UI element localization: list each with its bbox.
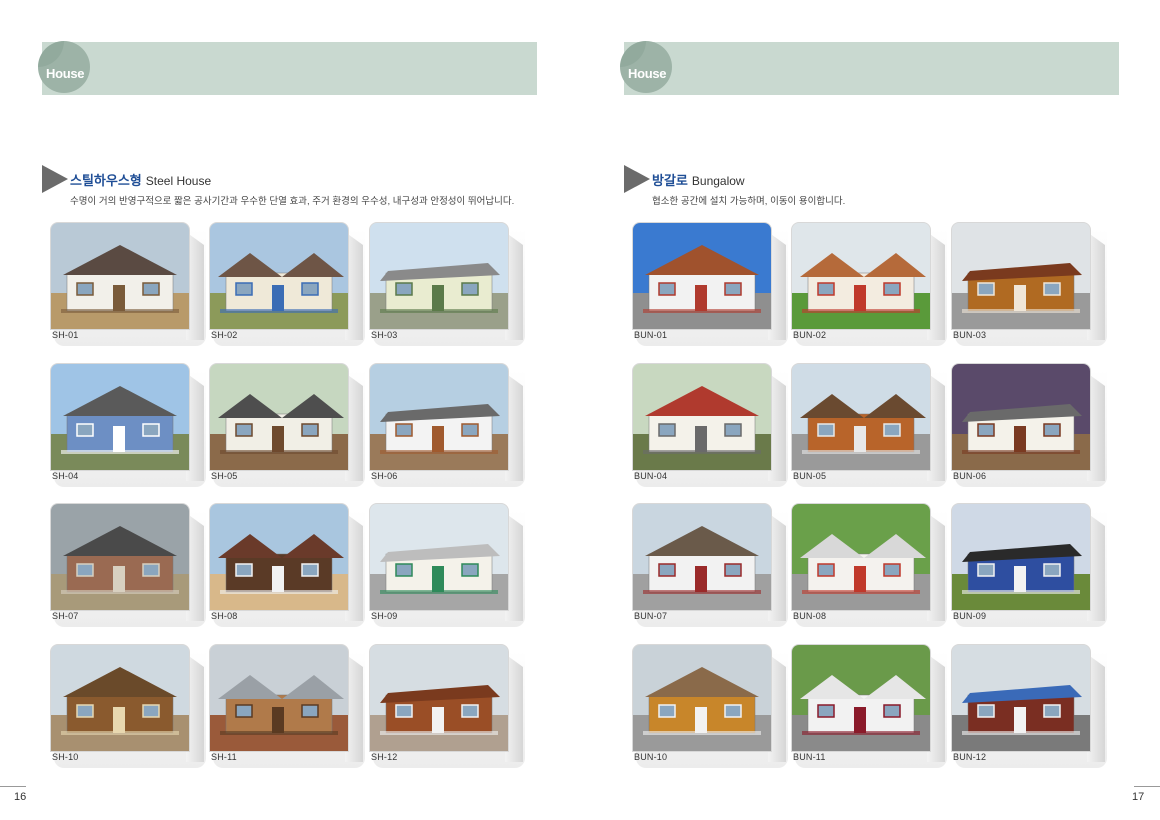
product-code: BUN-03 — [953, 330, 987, 340]
product-code: BUN-05 — [793, 471, 827, 481]
product-card: BUN-05 — [791, 363, 947, 487]
product-card: BUN-11 — [791, 644, 947, 768]
section-title-korean: 스틸하우스형 Steel House — [70, 173, 212, 188]
page-number-rule — [1134, 786, 1160, 787]
product-code: BUN-01 — [634, 330, 668, 340]
section-description: 협소한 공간에 설치 가능하며, 이동이 용이합니다. — [652, 196, 846, 207]
house-photo — [951, 222, 1091, 330]
house-photo — [209, 222, 349, 330]
product-card: BUN-10 — [632, 644, 788, 768]
house-photo — [632, 363, 772, 471]
house-photo — [791, 503, 931, 611]
house-photo — [209, 644, 349, 752]
product-card: BUN-12 — [951, 644, 1107, 768]
header-label: House — [628, 66, 667, 81]
header-bar: House — [620, 41, 1119, 95]
house-photo — [632, 222, 772, 330]
product-card: BUN-06 — [951, 363, 1107, 487]
product-card: BUN-04 — [632, 363, 788, 487]
product-card: BUN-07 — [632, 503, 788, 627]
house-photo — [369, 503, 509, 611]
house-photo — [632, 644, 772, 752]
house-photo — [791, 222, 931, 330]
house-photo — [50, 503, 190, 611]
house-photo — [951, 644, 1091, 752]
product-code: BUN-08 — [793, 611, 827, 621]
header-bar: House — [38, 41, 537, 95]
right-page: House 방갈로 Bungalow 협소한 공간에 설치 가능하며, 이동이 용… — [580, 0, 1160, 820]
product-code: SH-04 — [52, 471, 79, 481]
triangle-bullet-icon — [42, 165, 68, 193]
product-code: BUN-10 — [634, 752, 668, 762]
product-code: BUN-02 — [793, 330, 827, 340]
product-code: SH-01 — [52, 330, 79, 340]
page-number-rule — [0, 786, 26, 787]
house-photo — [632, 503, 772, 611]
product-code: SH-02 — [211, 330, 238, 340]
product-card: BUN-03 — [951, 222, 1107, 346]
product-card: BUN-02 — [791, 222, 947, 346]
house-photo — [50, 363, 190, 471]
product-card: SH-05 — [209, 363, 365, 487]
product-code: SH-07 — [52, 611, 79, 621]
product-card: SH-01 — [50, 222, 206, 346]
product-code: BUN-07 — [634, 611, 668, 621]
product-code: SH-05 — [211, 471, 238, 481]
product-card: BUN-09 — [951, 503, 1107, 627]
product-code: SH-09 — [371, 611, 398, 621]
product-code: SH-11 — [211, 752, 237, 762]
product-code: SH-06 — [371, 471, 398, 481]
product-card: SH-06 — [369, 363, 525, 487]
house-photo — [791, 644, 931, 752]
product-card: SH-02 — [209, 222, 365, 346]
page-number: 16 — [14, 791, 27, 803]
house-photo — [50, 222, 190, 330]
product-card: SH-12 — [369, 644, 525, 768]
house-photo — [209, 363, 349, 471]
product-code: BUN-11 — [793, 752, 826, 762]
product-code: SH-08 — [211, 611, 238, 621]
product-card: SH-04 — [50, 363, 206, 487]
product-code: BUN-04 — [634, 471, 668, 481]
header-label: House — [46, 66, 85, 81]
product-code: BUN-09 — [953, 611, 987, 621]
house-photo — [369, 363, 509, 471]
product-card: SH-10 — [50, 644, 206, 768]
product-card: SH-08 — [209, 503, 365, 627]
house-photo — [209, 503, 349, 611]
product-code: BUN-12 — [953, 752, 987, 762]
house-photo — [50, 644, 190, 752]
house-photo — [951, 503, 1091, 611]
product-card: SH-09 — [369, 503, 525, 627]
product-code: SH-12 — [371, 752, 398, 762]
house-photo — [369, 222, 509, 330]
section-description: 수명이 거의 반영구적으로 짧은 공사기간과 우수한 단열 효과, 주거 환경의… — [70, 196, 515, 207]
product-card: SH-03 — [369, 222, 525, 346]
product-card: SH-07 — [50, 503, 206, 627]
product-code: SH-03 — [371, 330, 398, 340]
house-photo — [791, 363, 931, 471]
section-title-english: Bungalow — [691, 174, 745, 188]
product-card: BUN-01 — [632, 222, 788, 346]
product-code: BUN-06 — [953, 471, 987, 481]
house-photo — [369, 644, 509, 752]
section-title-korean: 방갈로 Bungalow — [652, 173, 745, 188]
triangle-bullet-icon — [624, 165, 650, 193]
product-code: SH-10 — [52, 752, 79, 762]
product-card: SH-11 — [209, 644, 365, 768]
left-page: House 스틸하우스형 Steel House 수명이 거의 반영구적으로 짧은… — [0, 0, 580, 820]
page-number: 17 — [1132, 791, 1145, 803]
product-card: BUN-08 — [791, 503, 947, 627]
section-title-english: Steel House — [145, 174, 212, 188]
house-photo — [951, 363, 1091, 471]
